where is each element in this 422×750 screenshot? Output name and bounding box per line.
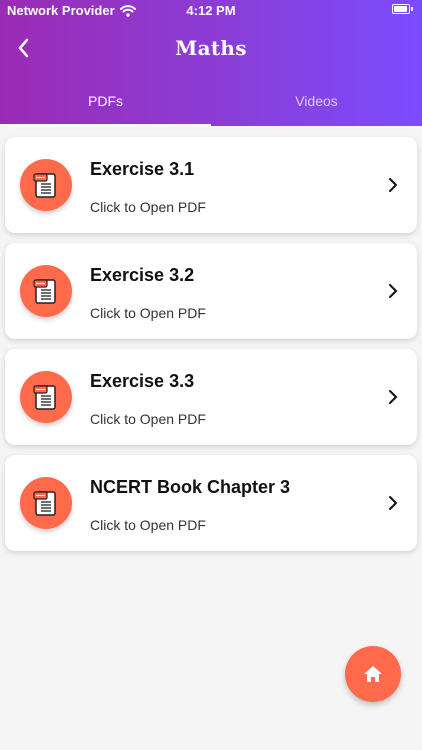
pdf-avatar bbox=[20, 265, 72, 317]
pdf-document-icon bbox=[33, 491, 56, 516]
chevron-right-icon bbox=[389, 178, 397, 192]
page-title: Maths bbox=[175, 36, 247, 60]
list-item-title: Exercise 3.3 bbox=[90, 371, 195, 391]
home-icon bbox=[364, 666, 382, 682]
status-time: 4:12 PM bbox=[186, 3, 236, 18]
chevron-right-icon bbox=[389, 390, 397, 404]
pdf-document-icon bbox=[33, 279, 56, 304]
list-item-exercise-3-1[interactable]: Exercise 3.1 Click to Open PDF bbox=[5, 137, 417, 233]
app-header: Network Provider 4:12 PM Maths PDFs Vide… bbox=[0, 0, 422, 126]
tab-pdfs[interactable]: PDFs bbox=[0, 76, 211, 126]
home-button[interactable] bbox=[345, 646, 401, 702]
status-bar: Network Provider 4:12 PM bbox=[0, 0, 422, 24]
pdf-list: Exercise 3.1 Click to Open PDF Exercise … bbox=[5, 137, 417, 561]
list-item-subtitle: Click to Open PDF bbox=[90, 199, 206, 215]
chevron-right-icon bbox=[389, 496, 397, 510]
list-item-title: Exercise 3.1 bbox=[90, 159, 195, 179]
tab-bar: PDFs Videos bbox=[0, 76, 422, 126]
top-app-bar: Maths bbox=[0, 24, 422, 76]
pdf-avatar bbox=[20, 371, 72, 423]
list-item-subtitle: Click to Open PDF bbox=[90, 305, 206, 321]
list-item-ncert-book-chapter-3[interactable]: NCERT Book Chapter 3 Click to Open PDF bbox=[5, 455, 417, 551]
list-item-title: Exercise 3.2 bbox=[90, 265, 195, 285]
pdf-avatar bbox=[20, 477, 72, 529]
chevron-right-icon bbox=[389, 284, 397, 298]
tab-videos[interactable]: Videos bbox=[211, 76, 422, 126]
list-item-exercise-3-3[interactable]: Exercise 3.3 Click to Open PDF bbox=[5, 349, 417, 445]
pdf-document-icon bbox=[33, 173, 56, 198]
list-item-subtitle: Click to Open PDF bbox=[90, 517, 206, 533]
pdf-document-icon bbox=[33, 385, 56, 410]
battery-icon bbox=[392, 4, 413, 15]
list-item-title: NCERT Book Chapter 3 bbox=[90, 477, 291, 497]
list-item-exercise-3-2[interactable]: Exercise 3.2 Click to Open PDF bbox=[5, 243, 417, 339]
pdf-avatar bbox=[20, 159, 72, 211]
list-item-subtitle: Click to Open PDF bbox=[90, 411, 206, 427]
